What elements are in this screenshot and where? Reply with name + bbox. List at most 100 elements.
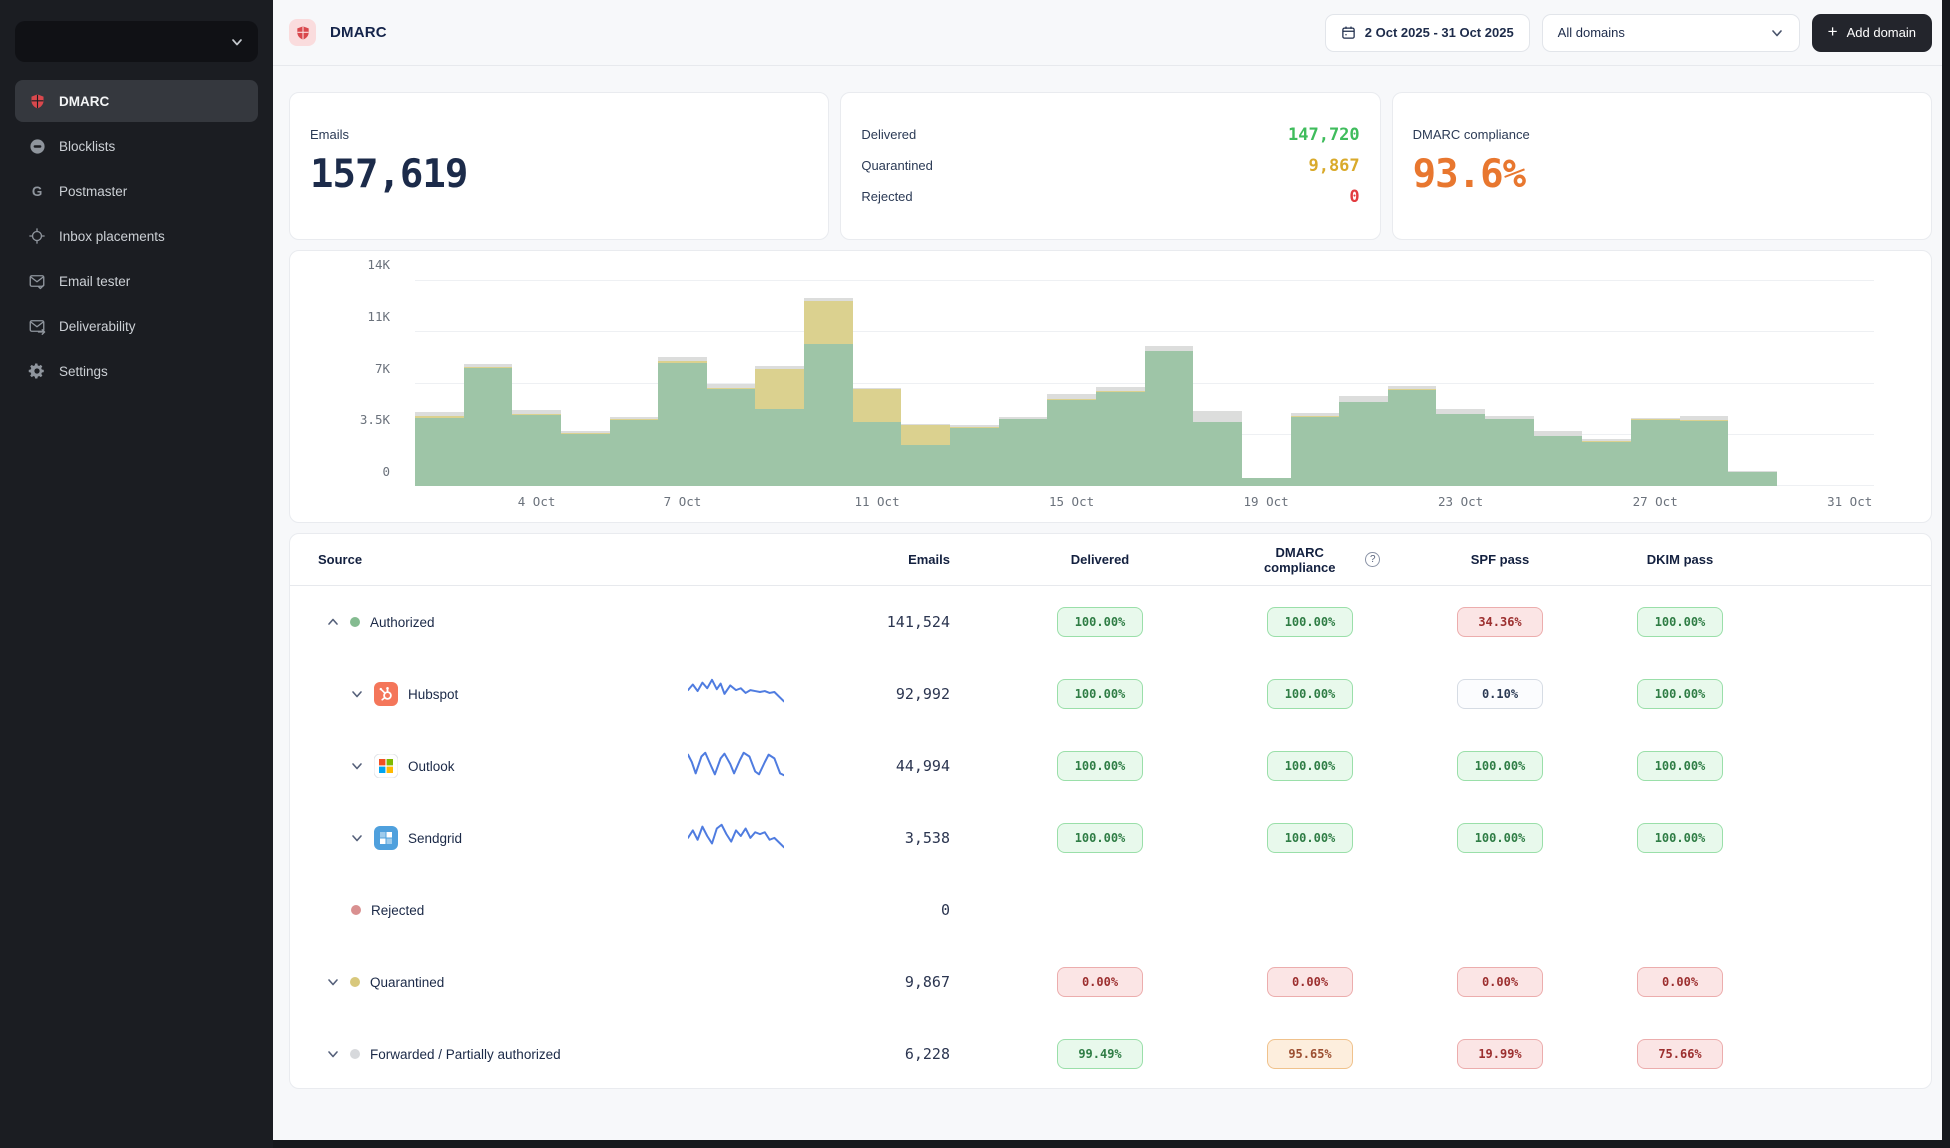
emails-count: 141,524 xyxy=(818,613,960,631)
badge-dkim-pass: 100.00% xyxy=(1637,607,1723,637)
chart-bar-21-oct[interactable] xyxy=(1339,396,1388,486)
chart-bar-16-oct[interactable] xyxy=(1096,387,1145,486)
bar-segment xyxy=(755,369,804,409)
chart-bar-20-oct[interactable] xyxy=(1291,413,1340,486)
bar-segment xyxy=(1534,436,1583,486)
sidebar: DMARCBlocklistsGPostmasterInbox placemen… xyxy=(0,0,273,1148)
main-content: DMARC 2 Oct 2025 - 31 Oct 2025 All domai… xyxy=(273,0,1942,1140)
chart-bar-3-oct[interactable] xyxy=(464,364,513,486)
dmarc-compliance-label: DMARC compliance xyxy=(1413,127,1911,142)
dmarc-compliance-value: 93.6% xyxy=(1413,152,1911,197)
chevron-down-icon[interactable] xyxy=(350,831,364,845)
source-label: Outlook xyxy=(408,759,455,774)
emails-count: 9,867 xyxy=(818,973,960,991)
chart-x-tick: 27 Oct xyxy=(1633,494,1678,509)
chart-bar-11-oct[interactable] xyxy=(853,388,902,486)
chart-bar-12-oct[interactable] xyxy=(901,424,950,486)
chevron-down-icon[interactable] xyxy=(350,687,364,701)
date-range-button[interactable]: 2 Oct 2025 - 31 Oct 2025 xyxy=(1325,14,1530,52)
chart-bar-6-oct[interactable] xyxy=(610,417,659,486)
calendar-icon xyxy=(1341,25,1356,40)
breakdown-value: 147,720 xyxy=(1288,125,1360,145)
badge-spf-pass: 0.10% xyxy=(1457,679,1543,709)
badge-dmarc-compliance: 95.65% xyxy=(1267,1039,1353,1069)
column-header-dmarc-compliance: DMARC compliance? xyxy=(1240,545,1380,575)
chart-bar-13-oct[interactable] xyxy=(950,425,999,486)
add-domain-button[interactable]: + Add domain xyxy=(1812,14,1932,52)
table-row-authorized: Authorized141,524100.00%100.00%34.36%100… xyxy=(290,586,1931,658)
bar-segment xyxy=(1145,351,1194,486)
sidebar-item-dmarc[interactable]: DMARC xyxy=(15,80,258,122)
breakdown-value: 0 xyxy=(1349,187,1359,207)
date-range-label: 2 Oct 2025 - 31 Oct 2025 xyxy=(1365,25,1514,40)
column-header-spf-pass: SPF pass xyxy=(1380,552,1620,567)
sidebar-item-settings[interactable]: Settings xyxy=(15,350,258,392)
workspace-selector[interactable] xyxy=(15,21,258,62)
chevron-down-icon[interactable] xyxy=(350,759,364,773)
chart-bar-14-oct[interactable] xyxy=(999,417,1048,486)
sidebar-item-deliverability[interactable]: Deliverability xyxy=(15,305,258,347)
chart-bar-2-oct[interactable] xyxy=(415,412,464,486)
table-row-forwarded-partially-authorized: Forwarded / Partially authorized6,22899.… xyxy=(290,1018,1931,1089)
chart-bar-28-oct[interactable] xyxy=(1680,416,1729,486)
chart-bar-26-oct[interactable] xyxy=(1582,439,1631,486)
add-domain-label: Add domain xyxy=(1847,25,1916,40)
chart-bar-19-oct[interactable] xyxy=(1242,478,1291,486)
stat-cards: Emails 157,619 Delivered147,720Quarantin… xyxy=(289,92,1932,240)
chevron-down-icon[interactable] xyxy=(326,1047,340,1061)
bar-segment xyxy=(1291,417,1340,486)
dmarc-compliance-card: DMARC compliance 93.6% xyxy=(1392,92,1932,240)
chevron-down-icon[interactable] xyxy=(326,975,340,989)
chart-bar-17-oct[interactable] xyxy=(1145,346,1194,486)
chevron-up-icon[interactable] xyxy=(326,615,340,629)
chart-bar-8-oct[interactable] xyxy=(707,384,756,486)
chart-y-tick: 11K xyxy=(290,309,390,324)
chart-bar-23-oct[interactable] xyxy=(1436,409,1485,486)
bar-segment xyxy=(658,363,707,486)
help-icon[interactable]: ? xyxy=(1365,552,1380,567)
chart-bar-27-oct[interactable] xyxy=(1631,418,1680,486)
chart-bar-5-oct[interactable] xyxy=(561,431,610,486)
bar-segment xyxy=(1096,392,1145,486)
table-header-row: SourceEmailsDeliveredDMARC compliance?SP… xyxy=(290,534,1931,586)
target-icon xyxy=(27,226,47,246)
badge-spf-pass: 34.36% xyxy=(1457,607,1543,637)
chart-bar-15-oct[interactable] xyxy=(1047,394,1096,486)
sidebar-item-label: Settings xyxy=(59,364,108,379)
source-label: Sendgrid xyxy=(408,831,462,846)
chart-bar-4-oct[interactable] xyxy=(512,410,561,486)
chart-bar-22-oct[interactable] xyxy=(1388,386,1437,486)
badge-dkim-pass: 75.66% xyxy=(1637,1039,1723,1069)
sidebar-item-postmaster[interactable]: GPostmaster xyxy=(15,170,258,212)
topbar: DMARC 2 Oct 2025 - 31 Oct 2025 All domai… xyxy=(273,0,1942,66)
badge-spf-pass: 19.99% xyxy=(1457,1039,1543,1069)
bar-segment xyxy=(1631,420,1680,486)
bar-segment xyxy=(1728,472,1777,486)
status-dot-red xyxy=(351,905,361,915)
bar-segment xyxy=(804,344,853,486)
sidebar-item-email-tester[interactable]: Email tester xyxy=(15,260,258,302)
page-title: DMARC xyxy=(330,24,387,41)
badge-delivered: 100.00% xyxy=(1057,679,1143,709)
chart-x-tick: 15 Oct xyxy=(1049,494,1094,509)
outlook-icon xyxy=(374,754,398,778)
breakdown-label: Quarantined xyxy=(861,158,933,173)
dmarc-shield-icon xyxy=(289,19,316,46)
chart-bar-9-oct[interactable] xyxy=(755,366,804,486)
chart-bar-18-oct[interactable] xyxy=(1193,411,1242,486)
badge-dkim-pass: 100.00% xyxy=(1637,823,1723,853)
sidebar-nav: DMARCBlocklistsGPostmasterInbox placemen… xyxy=(15,80,258,395)
domain-filter-select[interactable]: All domains xyxy=(1542,14,1800,52)
chart-bar-10-oct[interactable] xyxy=(804,298,853,486)
badge-delivered: 100.00% xyxy=(1057,751,1143,781)
chart-bar-7-oct[interactable] xyxy=(658,357,707,486)
sidebar-item-inbox-placements[interactable]: Inbox placements xyxy=(15,215,258,257)
emails-total-value: 157,619 xyxy=(310,152,808,197)
sidebar-item-blocklists[interactable]: Blocklists xyxy=(15,125,258,167)
chart-bar-24-oct[interactable] xyxy=(1485,416,1534,486)
sparkline-sendgrid xyxy=(688,821,784,851)
chart-x-tick: 31 Oct xyxy=(1827,494,1872,509)
chart-bar-29-oct[interactable] xyxy=(1728,471,1777,486)
bar-segment xyxy=(853,389,902,422)
chart-bar-25-oct[interactable] xyxy=(1534,431,1583,486)
